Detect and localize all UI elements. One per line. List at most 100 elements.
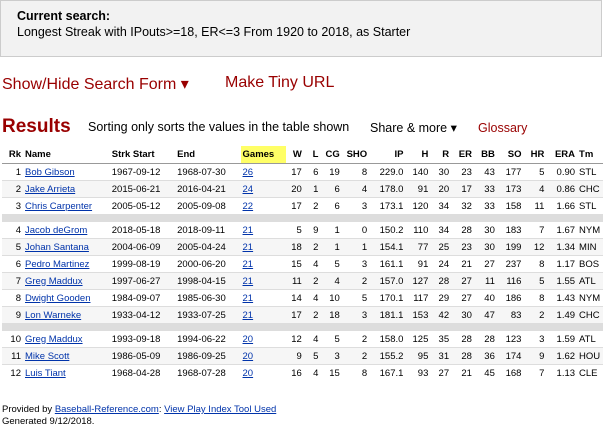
glossary-link[interactable]: Glossary [478,121,527,135]
table-cell: 33 [473,197,497,214]
play-index-tool-link[interactable]: View Play Index Tool Used [164,404,276,415]
table-cell: CHC [577,306,603,323]
table-cell: 29 [430,289,452,307]
player-name-link[interactable]: Bob Gibson [25,167,75,178]
column-header[interactable]: Rk [2,146,23,164]
column-header[interactable]: BB [473,146,497,164]
player-name-link[interactable]: Chris Carpenter [25,201,92,212]
games-streak-link[interactable]: 20 [243,334,254,345]
player-name-link[interactable]: Johan Santana [25,242,89,253]
table-cell: 158.0 [369,330,406,348]
make-tiny-url-link[interactable]: Make Tiny URL [225,74,334,92]
games-streak-link[interactable]: 21 [243,276,254,287]
column-header[interactable]: SHO [341,146,370,164]
player-name-link[interactable]: Luis Tiant [25,368,66,379]
column-header[interactable]: W [286,146,304,164]
sorting-note: Sorting only sorts the values in the tab… [88,120,350,134]
table-cell: 140 [405,163,431,181]
column-header[interactable]: Name [23,146,110,164]
column-header[interactable]: CG [320,146,342,164]
column-header[interactable]: IP [369,146,406,164]
table-cell: 7 [2,272,23,290]
player-name-link[interactable]: Pedro Martinez [25,259,89,270]
table-cell: 31 [430,347,452,365]
player-name-link[interactable]: Greg Maddux [25,334,83,345]
column-header[interactable]: End [175,146,241,164]
table-cell: 12 [2,364,23,381]
player-name-link[interactable]: Jake Arrieta [25,184,75,195]
column-header[interactable]: Games [240,146,287,164]
footer: Provided by Baseball-Reference.com: View… [2,404,276,428]
column-header[interactable]: Tm [577,146,603,164]
table-cell: 9 [2,306,23,323]
games-streak-link[interactable]: 20 [243,351,254,362]
results-title: Results [2,116,71,137]
games-streak-link[interactable]: 26 [243,167,254,178]
games-streak-link[interactable]: 20 [243,368,254,379]
table-cell: 2 [303,238,321,256]
share-more-menu[interactable]: Share & more ▾ [370,120,457,135]
table-cell: 2 [341,330,370,348]
table-cell: HOU [577,347,603,365]
table-cell: 158 [496,197,524,214]
games-streak-link[interactable]: 21 [243,310,254,321]
table-cell: 23 [451,163,474,181]
player-name-link[interactable]: Lon Warneke [25,310,81,321]
player-name-link[interactable]: Mike Scott [25,351,69,362]
table-cell: NYM [577,289,603,307]
baseball-reference-link[interactable]: Baseball-Reference.com [55,404,159,415]
table-cell: 21 [240,238,287,256]
table-cell: 2005-04-24 [175,238,241,256]
table-cell: 150.2 [369,221,406,239]
player-name-link[interactable]: Dwight Gooden [25,293,90,304]
player-name-link[interactable]: Greg Maddux [25,276,83,287]
table-cell: Pedro Martinez [23,255,110,273]
footer-credit-line: Provided by Baseball-Reference.com: View… [2,404,276,416]
table-cell: 30 [430,163,452,181]
table-cell: 177 [496,163,524,181]
show-hide-search-form-link[interactable]: Show/Hide Search Form ▾ [2,76,189,93]
table-cell: NYM [577,221,603,239]
table-cell: BOS [577,255,603,273]
games-streak-link[interactable]: 21 [243,225,254,236]
column-header[interactable]: HR [523,146,547,164]
column-header[interactable]: ER [451,146,474,164]
games-streak-link[interactable]: 24 [243,184,254,195]
table-cell: 186 [496,289,524,307]
table-cell: 18 [286,238,304,256]
player-name-link[interactable]: Jacob deGrom [25,225,87,236]
table-cell: 24 [430,255,452,273]
table-cell: 21 [240,255,287,273]
table-cell: 161.1 [369,255,406,273]
games-streak-link[interactable]: 21 [243,242,254,253]
table-cell: 2 [303,272,321,290]
table-cell: 16 [286,364,304,381]
games-streak-link[interactable]: 21 [243,259,254,270]
column-header[interactable]: ERA [546,146,578,164]
table-cell: 20 [430,180,452,198]
column-header[interactable]: R [430,146,452,164]
table-row: 2 Jake Arrieta 2015-06-21 2016-04-21 24 20 1 6 4… [2,180,603,198]
table-cell: 20 [240,330,287,348]
table-cell: 178.0 [369,180,406,198]
table-cell: 1.62 [546,347,578,365]
table-cell: 28 [430,272,452,290]
table-cell: 2005-05-12 [109,197,176,214]
table-cell: CHC [577,180,603,198]
table-cell: 4 [320,272,342,290]
column-header[interactable]: H [405,146,431,164]
games-streak-link[interactable]: 21 [243,293,254,304]
column-header[interactable]: L [303,146,321,164]
column-header[interactable]: Strk Start [109,146,176,164]
table-cell: 17 [451,180,474,198]
table-row: 6 Pedro Martinez 1999-08-19 2000-06-20 21 15 4… [2,255,603,273]
table-cell: 35 [430,330,452,348]
table-cell: 183 [496,221,524,239]
games-streak-link[interactable]: 22 [243,201,254,212]
table-cell: 1984-09-07 [109,289,176,307]
table-cell: Jacob deGrom [23,221,110,239]
table-cell: Mike Scott [23,347,110,365]
column-header[interactable]: SO [496,146,524,164]
table-cell: 6 [2,255,23,273]
table-cell: STL [577,197,603,214]
